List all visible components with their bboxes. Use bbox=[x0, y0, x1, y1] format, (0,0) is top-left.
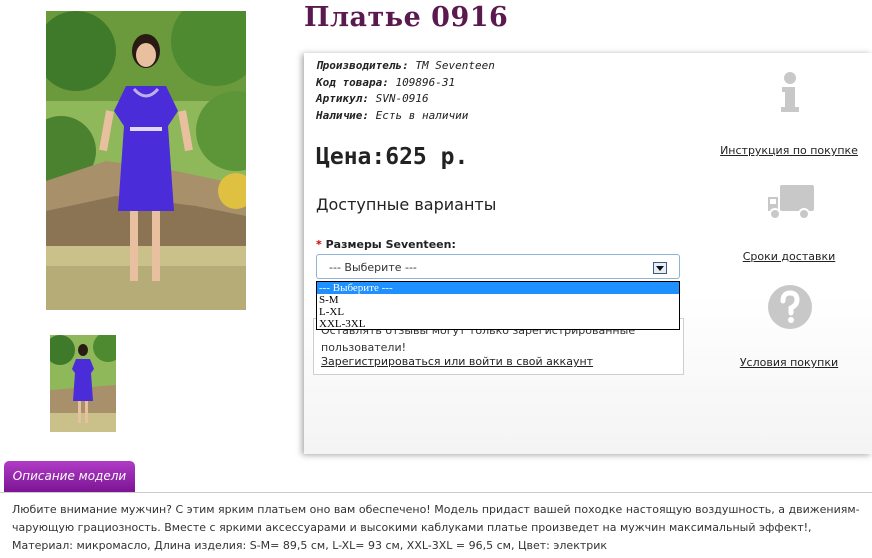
size-label: * Размеры Seventeen: bbox=[316, 238, 456, 251]
terms-link[interactable]: Условия покупки bbox=[719, 356, 859, 369]
info-row-sku: Артикул: SVN-0916 bbox=[316, 91, 495, 108]
info-row-manufacturer: Производитель: TM Seventeen bbox=[316, 58, 495, 75]
dropdown-option[interactable]: XXL-3XL bbox=[317, 318, 679, 330]
help-question-icon[interactable] bbox=[767, 284, 813, 330]
info-label: Производитель: bbox=[316, 59, 409, 72]
chevron-down-icon[interactable] bbox=[653, 262, 667, 274]
size-label-text: Размеры Seventeen: bbox=[325, 238, 456, 251]
info-value: Есть в наличии bbox=[375, 108, 469, 122]
info-row-availability: Наличие: Есть в наличии bbox=[316, 108, 495, 125]
info-row-product-code: Код товара: 109896-31 bbox=[316, 75, 495, 92]
size-select[interactable]: --- Выберите --- bbox=[316, 254, 680, 279]
delivery-truck-icon[interactable] bbox=[766, 183, 816, 223]
product-main-image[interactable] bbox=[46, 11, 246, 310]
delivery-link[interactable]: Сроки доставки bbox=[719, 250, 859, 263]
info-label: Код товара: bbox=[316, 75, 389, 89]
variants-heading: Доступные варианты bbox=[316, 195, 497, 214]
description-text: Любите внимание мужчин? С этим ярким пла… bbox=[12, 503, 860, 552]
info-value: SVN-0916 bbox=[375, 92, 429, 105]
dropdown-option[interactable]: --- Выберите --- bbox=[317, 282, 679, 294]
product-title: Платье 0916 bbox=[304, 2, 509, 33]
tab-description[interactable]: Описание модели bbox=[4, 461, 135, 492]
login-register-link[interactable]: Зарегистрироваться или войти в свой акка… bbox=[321, 355, 593, 368]
required-mark: * bbox=[316, 238, 322, 251]
info-value: TM Seventeen bbox=[415, 59, 495, 72]
instructions-link[interactable]: Инструкция по покупке bbox=[719, 144, 859, 157]
info-label: Артикул: bbox=[316, 92, 369, 105]
product-info-list: Производитель: TM Seventeen Код товара: … bbox=[316, 58, 495, 124]
product-price: Цена:625 р. bbox=[316, 144, 469, 170]
dropdown-option[interactable]: L-XL bbox=[317, 306, 679, 318]
info-value: 109896-31 bbox=[395, 75, 456, 89]
info-label: Наличие: bbox=[316, 108, 369, 122]
info-icon[interactable] bbox=[775, 71, 805, 113]
dropdown-option[interactable]: S-M bbox=[317, 294, 679, 306]
size-dropdown-list: --- Выберите --- S-M L-XL XXL-3XL bbox=[316, 281, 680, 330]
size-select-value: --- Выберите --- bbox=[329, 261, 417, 274]
product-thumbnail[interactable] bbox=[50, 335, 116, 432]
